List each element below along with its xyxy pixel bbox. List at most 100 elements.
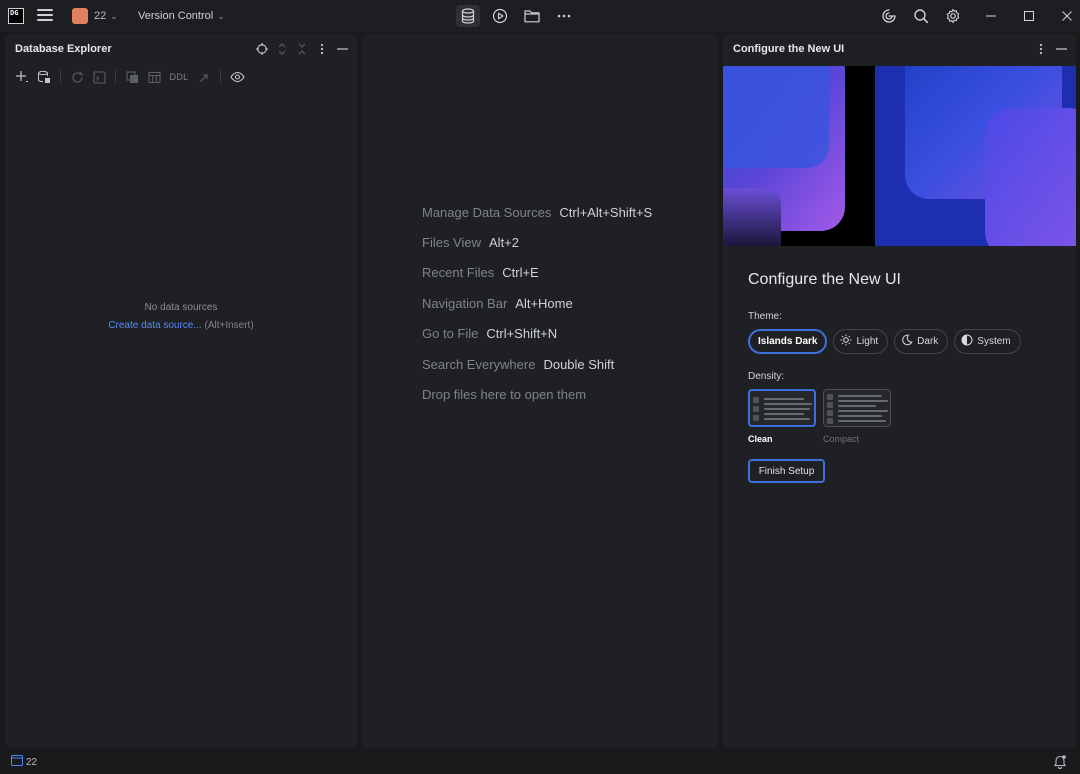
chevron-down-icon: ⌄ (110, 10, 118, 21)
more-vertical-icon[interactable] (1034, 41, 1048, 57)
project-badge (72, 8, 88, 24)
database-explorer-panel: Database Explorer DDL No data sources Cr… (5, 34, 357, 748)
project-name: 22 (94, 10, 107, 22)
hint-label: Navigation Bar (422, 295, 508, 311)
theme-preview-image (723, 66, 1076, 246)
hide-panel-icon[interactable] (1054, 41, 1068, 57)
main-menu-icon[interactable] (37, 9, 53, 23)
hint-label: Search Everywhere (422, 356, 536, 372)
project-window-icon (11, 755, 23, 769)
database-icon[interactable] (456, 5, 480, 27)
theme-label: Theme: (748, 311, 782, 322)
theme-option-system[interactable]: System (954, 329, 1021, 354)
hint-row: Go to File Ctrl+Shift+N (422, 319, 652, 349)
density-label-clean: Clean (748, 434, 773, 444)
panel-title: Configure the New UI (733, 43, 845, 55)
hint-label: Recent Files (422, 265, 495, 281)
hide-panel-icon[interactable] (335, 41, 349, 57)
sun-icon (840, 334, 852, 349)
density-label-compact: Compact (823, 434, 860, 444)
close-icon[interactable] (1048, 0, 1080, 32)
hint-shortcut: Ctrl+Shift+N (486, 326, 558, 342)
search-icon[interactable] (909, 5, 933, 27)
more-horizontal-icon[interactable] (552, 5, 576, 27)
editor-hints: Manage Data Sources Ctrl+Alt+Shift+S Fil… (422, 197, 652, 410)
empty-message: No data sources (144, 302, 218, 313)
app-logo: DG (8, 8, 24, 24)
hint-row: Manage Data Sources Ctrl+Alt+Shift+S (422, 197, 652, 227)
empty-state: No data sources Create data source... (A… (5, 302, 357, 331)
theme-option-label: Islands Dark (758, 336, 818, 347)
more-vertical-icon[interactable] (315, 41, 329, 57)
hint-shortcut: Alt+Home (515, 295, 573, 311)
version-control-selector[interactable]: Version Control ⌄ (134, 6, 229, 26)
hint-label: Go to File (422, 326, 479, 342)
theme-options: Islands Dark Light Dark System (748, 329, 1021, 354)
locate-icon[interactable] (255, 41, 269, 57)
create-data-source-link[interactable]: Create data source... (108, 320, 201, 331)
ddl-label: DDL (169, 72, 189, 82)
density-option-clean[interactable] (748, 389, 816, 427)
hint-row: Navigation Bar Alt+Home (422, 288, 652, 318)
jump-to-source-icon[interactable] (195, 68, 213, 86)
settings-icon[interactable] (941, 5, 965, 27)
hint-shortcut: Alt+2 (489, 235, 520, 251)
moon-icon (901, 334, 913, 349)
create-data-source-shortcut: (Alt+Insert) (204, 320, 254, 331)
hint-shortcut: Double Shift (543, 356, 615, 372)
title-bar: DG 22 ⌄ Version Control ⌄ (0, 0, 1080, 32)
collapse-all-icon[interactable] (295, 41, 309, 57)
hint-shortcut: Ctrl+Alt+Shift+S (559, 204, 653, 220)
ai-assistant-icon[interactable] (877, 5, 901, 27)
hint-label: Files View (422, 235, 482, 251)
console-icon[interactable] (90, 68, 108, 86)
editor-empty-panel: Manage Data Sources Ctrl+Alt+Shift+S Fil… (361, 34, 719, 748)
configure-ui-panel: Configure the New UI Configure the New U… (723, 34, 1076, 748)
theme-option-islands-dark[interactable]: Islands Dark (748, 329, 828, 354)
hint-row: Drop files here to open them (422, 379, 652, 409)
minimize-icon[interactable] (972, 0, 1010, 32)
system-theme-icon (961, 334, 973, 349)
hint-label: Drop files here to open them (422, 387, 587, 403)
theme-option-label: System (977, 336, 1011, 347)
theme-option-dark[interactable]: Dark (894, 329, 949, 354)
theme-option-light[interactable]: Light (833, 329, 889, 354)
database-toolbar: DDL (5, 64, 357, 90)
data-source-properties-icon[interactable] (35, 68, 53, 86)
hint-row: Search Everywhere Double Shift (422, 349, 652, 379)
hint-shortcut: Ctrl+E (502, 265, 539, 281)
hint-row: Recent Files Ctrl+E (422, 258, 652, 288)
database-explorer-header: Database Explorer (5, 34, 357, 64)
density-option-compact[interactable] (823, 389, 891, 427)
add-icon[interactable] (13, 68, 31, 86)
toolbar-separator (220, 70, 221, 84)
folder-icon[interactable] (520, 5, 544, 27)
density-label: Density: (748, 371, 785, 382)
density-labels: Clean Compact (748, 434, 859, 444)
maximize-icon[interactable] (1010, 0, 1048, 32)
table-icon[interactable] (145, 68, 163, 86)
configure-heading: Configure the New UI (748, 271, 901, 288)
configure-ui-header: Configure the New UI (723, 34, 1076, 64)
status-project-name: 22 (26, 756, 38, 768)
copy-icon[interactable] (123, 68, 141, 86)
view-options-icon[interactable] (228, 68, 246, 86)
refresh-icon[interactable] (68, 68, 86, 86)
notifications-icon[interactable] (1053, 754, 1067, 772)
panel-title: Database Explorer (15, 43, 112, 55)
ddl-button[interactable]: DDL (167, 68, 191, 86)
project-selector[interactable]: 22 ⌄ (68, 6, 122, 26)
expand-all-icon[interactable] (275, 41, 289, 57)
finish-setup-button[interactable]: Finish Setup (748, 459, 825, 483)
density-options (748, 389, 891, 427)
toolbar-separator (60, 70, 61, 84)
chevron-down-icon: ⌄ (217, 10, 225, 21)
toolbar-separator (115, 70, 116, 84)
status-bar: 22 (0, 750, 1080, 774)
version-control-label: Version Control (138, 10, 214, 22)
theme-option-label: Light (856, 336, 879, 347)
status-project[interactable]: 22 (11, 755, 37, 769)
run-icon[interactable] (488, 5, 512, 27)
hint-row: Files View Alt+2 (422, 227, 652, 257)
theme-option-label: Dark (917, 336, 939, 347)
